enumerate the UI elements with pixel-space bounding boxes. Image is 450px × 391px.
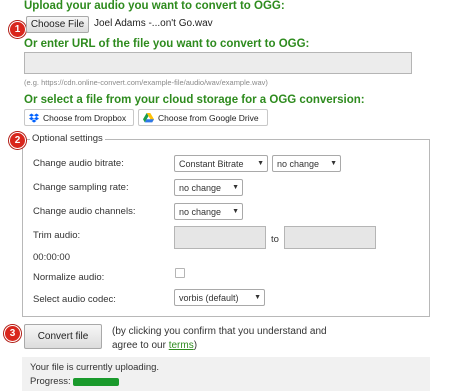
sampling-select[interactable]: no change ▼	[174, 179, 243, 196]
progress-track	[73, 378, 363, 386]
bitrate-mode-select[interactable]: Constant Bitrate ▼	[174, 155, 268, 172]
trim-start-input[interactable]	[174, 226, 266, 249]
convert-note-suffix: )	[193, 340, 198, 351]
cloud-heading: Or select a file from your cloud storage…	[24, 94, 365, 106]
dropbox-icon	[29, 113, 39, 123]
normalize-checkbox[interactable]	[175, 268, 185, 278]
trim-label: Trim audio:	[33, 230, 81, 241]
dropbox-label: Choose from Dropbox	[43, 112, 127, 123]
upload-heading: Upload your audio you want to convert to…	[24, 0, 285, 12]
codec-label: Select audio codec:	[33, 294, 116, 305]
chevron-down-icon: ▼	[232, 208, 239, 215]
convert-note-prefix: agree to our	[112, 340, 169, 351]
convert-note-line1: (by clicking you confirm that you unders…	[112, 326, 327, 337]
terms-link[interactable]: terms	[169, 340, 194, 351]
optional-settings-legend: Optional settings	[30, 133, 105, 144]
trim-time-display: 00:00:00	[33, 252, 70, 263]
chevron-down-icon: ▼	[254, 294, 261, 301]
dropbox-button[interactable]: Choose from Dropbox	[24, 109, 134, 126]
step-2-badge: 2	[9, 132, 26, 149]
channels-select[interactable]: no change ▼	[174, 203, 243, 220]
upload-status-message: Your file is currently uploading.	[30, 362, 160, 373]
step-1-badge: 1	[9, 21, 26, 38]
trim-to-label: to	[271, 234, 279, 245]
convert-note-line2: agree to our terms)	[112, 340, 197, 351]
chevron-down-icon: ▼	[330, 160, 337, 167]
convert-file-button[interactable]: Convert file	[24, 324, 102, 349]
google-drive-button[interactable]: Choose from Google Drive	[138, 109, 268, 126]
sampling-value: no change	[179, 182, 222, 193]
channels-label: Change audio channels:	[33, 206, 136, 217]
choose-file-button[interactable]: Choose File	[26, 16, 89, 33]
codec-select[interactable]: vorbis (default) ▼	[174, 289, 265, 306]
codec-value: vorbis (default)	[179, 292, 239, 303]
google-drive-icon	[143, 112, 154, 122]
progress-label: Progress:	[30, 376, 71, 387]
chevron-down-icon: ▼	[232, 184, 239, 191]
bitrate-value: no change	[277, 158, 320, 169]
url-input[interactable]	[24, 52, 412, 74]
step-3-badge: 3	[4, 325, 21, 342]
bitrate-mode-value: Constant Bitrate	[179, 158, 244, 169]
url-heading: Or enter URL of the file you want to con…	[24, 38, 310, 50]
google-drive-label: Choose from Google Drive	[158, 112, 259, 123]
bitrate-label: Change audio bitrate:	[33, 158, 124, 169]
selected-file-name: Joel Adams -...on't Go.wav	[94, 18, 213, 29]
url-example: (e.g. https://cdn.online-convert.com/exa…	[24, 78, 268, 87]
channels-value: no change	[179, 206, 222, 217]
normalize-label: Normalize audio:	[33, 272, 105, 283]
progress-bar-fill	[73, 378, 120, 386]
sampling-label: Change sampling rate:	[33, 182, 129, 193]
chevron-down-icon: ▼	[257, 160, 264, 167]
trim-end-input[interactable]	[284, 226, 376, 249]
bitrate-value-select[interactable]: no change ▼	[272, 155, 341, 172]
